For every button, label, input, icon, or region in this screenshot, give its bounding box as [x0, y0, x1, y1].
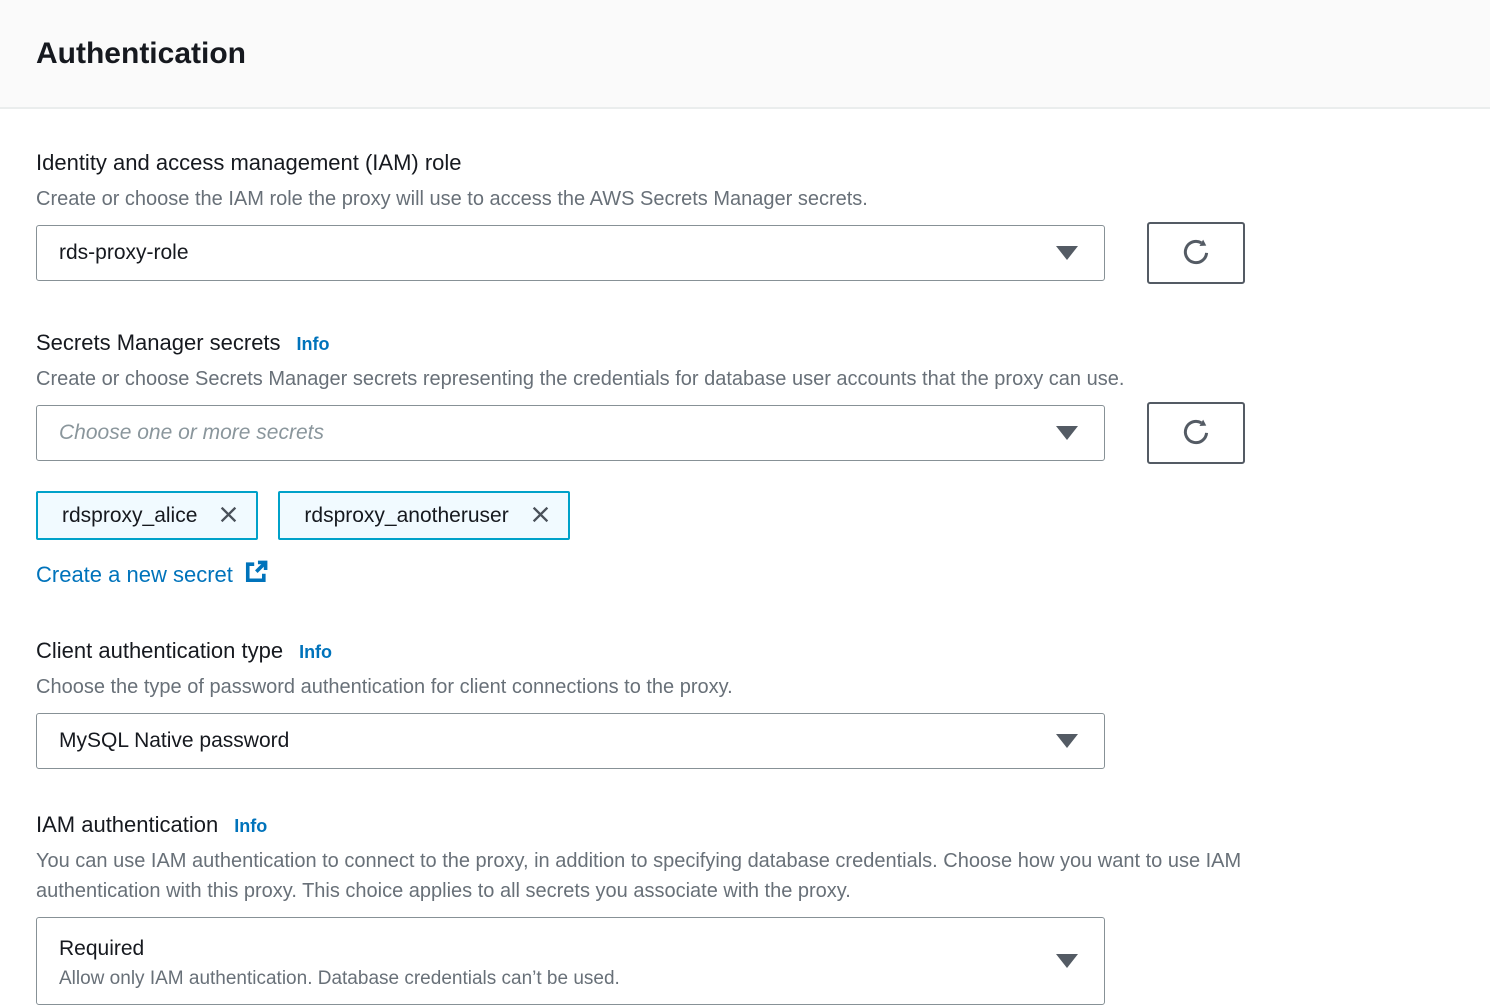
create-new-secret-label: Create a new secret: [36, 562, 233, 588]
secret-chip: rdsproxy_alice: [36, 491, 258, 540]
secrets-info-link[interactable]: Info: [297, 334, 330, 355]
secrets-description: Create or choose Secrets Manager secrets…: [36, 364, 1454, 394]
iam-role-field: Identity and access management (IAM) rol…: [36, 149, 1454, 284]
client-auth-select[interactable]: MySQL Native password: [36, 713, 1105, 769]
iam-role-selected-value: rds-proxy-role: [59, 241, 189, 265]
secrets-refresh-button[interactable]: [1147, 402, 1245, 464]
external-link-icon: [244, 560, 268, 590]
secret-chip-label: rdsproxy_anotheruser: [304, 504, 508, 528]
client-auth-description: Choose the type of password authenticati…: [36, 672, 1454, 702]
iam-role-description: Create or choose the IAM role the proxy …: [36, 184, 1454, 214]
page-title: Authentication: [36, 37, 246, 71]
client-auth-field: Client authentication type Info Choose t…: [36, 637, 1454, 769]
close-icon: [531, 505, 550, 527]
chevron-down-icon: [1056, 246, 1078, 260]
secret-chip-label: rdsproxy_alice: [62, 504, 197, 528]
client-auth-info-link[interactable]: Info: [299, 642, 332, 663]
iam-auth-selected-description: Allow only IAM authentication. Database …: [59, 966, 620, 992]
chevron-down-icon: [1056, 734, 1078, 748]
iam-auth-selected-value: Required: [59, 935, 144, 963]
iam-auth-field: IAM authentication Info You can use IAM …: [36, 811, 1454, 1005]
iam-role-label: Identity and access management (IAM) rol…: [36, 149, 462, 177]
remove-secret-button[interactable]: [219, 505, 238, 527]
secrets-placeholder: Choose one or more secrets: [59, 421, 324, 445]
secret-chip: rdsproxy_anotheruser: [278, 491, 569, 540]
close-icon: [219, 505, 238, 527]
client-auth-label: Client authentication type: [36, 637, 283, 665]
iam-auth-info-link[interactable]: Info: [234, 816, 267, 837]
iam-role-select[interactable]: rds-proxy-role: [36, 225, 1105, 281]
create-new-secret-link[interactable]: Create a new secret: [36, 560, 268, 590]
refresh-icon: [1181, 237, 1211, 270]
iam-auth-select[interactable]: Required Allow only IAM authentication. …: [36, 917, 1105, 1005]
refresh-icon: [1181, 417, 1211, 450]
secrets-label: Secrets Manager secrets: [36, 329, 281, 357]
chevron-down-icon: [1056, 426, 1078, 440]
secrets-multiselect[interactable]: Choose one or more secrets: [36, 405, 1105, 461]
remove-secret-button[interactable]: [531, 505, 550, 527]
secrets-field: Secrets Manager secrets Info Create or c…: [36, 329, 1454, 590]
iam-auth-description: You can use IAM authentication to connec…: [36, 846, 1336, 906]
iam-auth-label: IAM authentication: [36, 811, 218, 839]
client-auth-selected-value: MySQL Native password: [59, 729, 289, 753]
iam-role-refresh-button[interactable]: [1147, 222, 1245, 284]
authentication-section-header: Authentication: [0, 0, 1490, 109]
chevron-down-icon: [1056, 954, 1078, 968]
selected-secrets-list: rdsproxy_alice rdsproxy_anotheruser: [36, 491, 1454, 540]
form-content: Identity and access management (IAM) rol…: [0, 109, 1490, 1005]
